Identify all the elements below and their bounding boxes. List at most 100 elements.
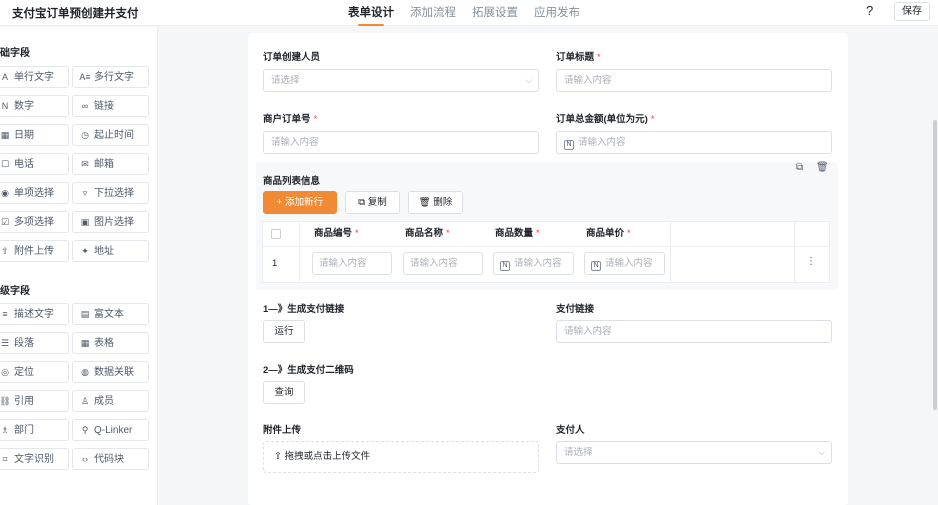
field-code-block[interactable]: ‹› 代码块 xyxy=(72,448,149,470)
field-paragraph[interactable]: ☰ 段落 xyxy=(0,332,69,354)
placeholder: 请输入内容 xyxy=(605,258,653,269)
creator-select[interactable]: 请选择 ⌵ xyxy=(263,69,539,92)
delete-row-button[interactable]: 🗑 删除 xyxy=(408,191,463,214)
radio-icon: ◉ xyxy=(1,188,9,198)
field-description[interactable]: ≡ 描述文字 xyxy=(0,303,69,325)
merchant-no-input[interactable]: 请输入内容 xyxy=(263,131,539,154)
field-label: 附件上传 xyxy=(14,246,54,257)
field-label: 文字识别 xyxy=(14,454,54,465)
column-header: 商品编号 * xyxy=(314,222,359,246)
attachment-label: 附件上传 xyxy=(263,425,302,436)
field-dropdown[interactable]: ▿ 下拉选择 xyxy=(72,182,149,204)
column-header: 商品单价 * xyxy=(586,222,631,246)
field-email[interactable]: ✉ 邮箱 xyxy=(72,153,149,175)
field-label: 描述文字 xyxy=(14,309,54,320)
tab-form-design[interactable]: 表单设计 xyxy=(348,0,394,26)
payer-select[interactable]: 请选择 ⌵ xyxy=(556,441,832,464)
tab-app-publish[interactable]: 应用发布 xyxy=(534,0,580,26)
number-icon: N xyxy=(500,261,510,271)
product-name-input[interactable]: 请输入内容 xyxy=(403,252,483,275)
field-label: 单项选择 xyxy=(14,188,54,199)
field-image-select[interactable]: ▣ 图片选择 xyxy=(72,211,149,233)
select-all-checkbox[interactable] xyxy=(271,229,281,239)
field-attachment[interactable]: ⇧ 附件上传 xyxy=(0,240,69,262)
add-row-button[interactable]: + 添加新行 xyxy=(263,191,337,214)
scrollbar[interactable] xyxy=(933,120,937,410)
trash-icon[interactable]: 🗑 xyxy=(816,162,829,173)
code-icon: ‹› xyxy=(82,454,88,464)
product-quantity-input[interactable]: N 请输入内容 xyxy=(493,252,574,275)
product-code-input[interactable]: 请输入内容 xyxy=(312,252,392,275)
field-label: 日期 xyxy=(14,130,34,141)
placeholder: 请选择 xyxy=(271,75,300,86)
field-ocr[interactable]: ⌗ 文字识别 xyxy=(0,448,69,470)
field-label: 地址 xyxy=(94,246,114,257)
field-data-link[interactable]: ◍ 数据关联 xyxy=(72,361,149,383)
field-single-select[interactable]: ◉ 单项选择 xyxy=(0,182,69,204)
field-label: 下拉选择 xyxy=(94,188,134,199)
copy-row-button[interactable]: ⧉ 复制 xyxy=(345,191,400,214)
amount-input[interactable]: N 请输入内容 xyxy=(556,131,832,154)
creator-label: 订单创建人员 xyxy=(263,49,320,63)
field-single-line-text[interactable]: A 单行文字 xyxy=(0,66,69,88)
header-text: 商品编号 xyxy=(314,228,353,239)
field-multi-line-text[interactable]: A≡ 多行文字 xyxy=(72,66,149,88)
payer-label: 支付人 xyxy=(556,425,585,436)
tab-extend-settings[interactable]: 拓展设置 xyxy=(472,0,518,26)
number-icon: N xyxy=(591,261,601,271)
column-divider xyxy=(299,222,300,282)
q-linker-icon: ⚲ xyxy=(81,425,89,435)
app-title: 支付宝订单预创建并支付 xyxy=(12,8,139,20)
reference-icon: ⛓ xyxy=(0,396,11,406)
field-label: 邮箱 xyxy=(94,159,114,170)
required-mark: * xyxy=(627,228,631,239)
query-button[interactable]: 查询 xyxy=(263,381,305,404)
field-link[interactable]: ∞ 链接 xyxy=(72,95,149,117)
pay-link-label: 支付链接 xyxy=(556,304,595,315)
product-price-input[interactable]: N 请输入内容 xyxy=(584,252,665,275)
field-sidebar: 础字段 A 单行文字 A≡ 多行文字 N 数字 ∞ 链接 ▦ 日期 ◷ 起止时间 ☐ 电话 ✉… xyxy=(0,27,158,505)
placeholder: 请输入内容 xyxy=(410,258,458,269)
field-q-linker[interactable]: ⚲ Q-Linker xyxy=(72,419,149,441)
top-bar: 支付宝订单预创建并支付 表单设计 添加流程 拓展设置 应用发布 ? 保存 xyxy=(0,0,938,26)
upload-dropzone[interactable]: ⇧ 拖拽或点击上传文件 xyxy=(263,441,539,473)
field-address[interactable]: ✦ 地址 xyxy=(72,240,149,262)
field-time-range[interactable]: ◷ 起止时间 xyxy=(72,124,149,146)
column-header: 商品名称 * xyxy=(405,222,450,246)
field-table[interactable]: ▦ 表格 xyxy=(72,332,149,354)
help-icon[interactable]: ? xyxy=(866,3,873,18)
field-label: 段落 xyxy=(14,338,34,349)
copy-icon[interactable]: ⧉ xyxy=(796,162,803,173)
pay-link-input[interactable]: 请输入内容 xyxy=(556,320,832,343)
field-label: 富文本 xyxy=(94,309,124,320)
field-multi-select[interactable]: ☑ 多项选择 xyxy=(0,211,69,233)
merchant-no-label: 商户订单号 * xyxy=(263,111,317,125)
column-divider xyxy=(794,222,795,282)
save-button[interactable]: 保存 xyxy=(894,2,930,21)
column-header: 商品数量 * xyxy=(495,222,540,246)
required-mark: * xyxy=(597,52,601,63)
more-vertical-icon[interactable]: ⋮ xyxy=(806,256,816,267)
field-label: 数字 xyxy=(14,101,34,112)
tab-add-process[interactable]: 添加流程 xyxy=(410,0,456,26)
run-button[interactable]: 运行 xyxy=(263,320,305,343)
address-icon: ✦ xyxy=(81,246,89,256)
data-link-icon: ◍ xyxy=(81,367,89,377)
field-label: 起止时间 xyxy=(94,130,134,141)
field-label: 表格 xyxy=(94,338,114,349)
button-label: 删除 xyxy=(433,197,453,208)
field-rich-text[interactable]: ▤ 富文本 xyxy=(72,303,149,325)
image-icon: ▣ xyxy=(80,217,90,227)
field-date[interactable]: ▦ 日期 xyxy=(0,124,69,146)
field-member[interactable]: ♙ 成员 xyxy=(72,390,149,412)
field-department[interactable]: ♗ 部门 xyxy=(0,419,69,441)
title-label: 订单标题 * xyxy=(556,49,601,63)
field-location[interactable]: ◎ 定位 xyxy=(0,361,69,383)
placeholder: 请输入内容 xyxy=(271,137,319,148)
title-input[interactable]: 请输入内容 xyxy=(556,69,832,92)
field-number[interactable]: N 数字 xyxy=(0,95,69,117)
field-phone[interactable]: ☐ 电话 xyxy=(0,153,69,175)
rich-text-icon: ▤ xyxy=(80,309,90,319)
multiline-text-icon: A≡ xyxy=(79,72,91,82)
field-reference[interactable]: ⛓ 引用 xyxy=(0,390,69,412)
